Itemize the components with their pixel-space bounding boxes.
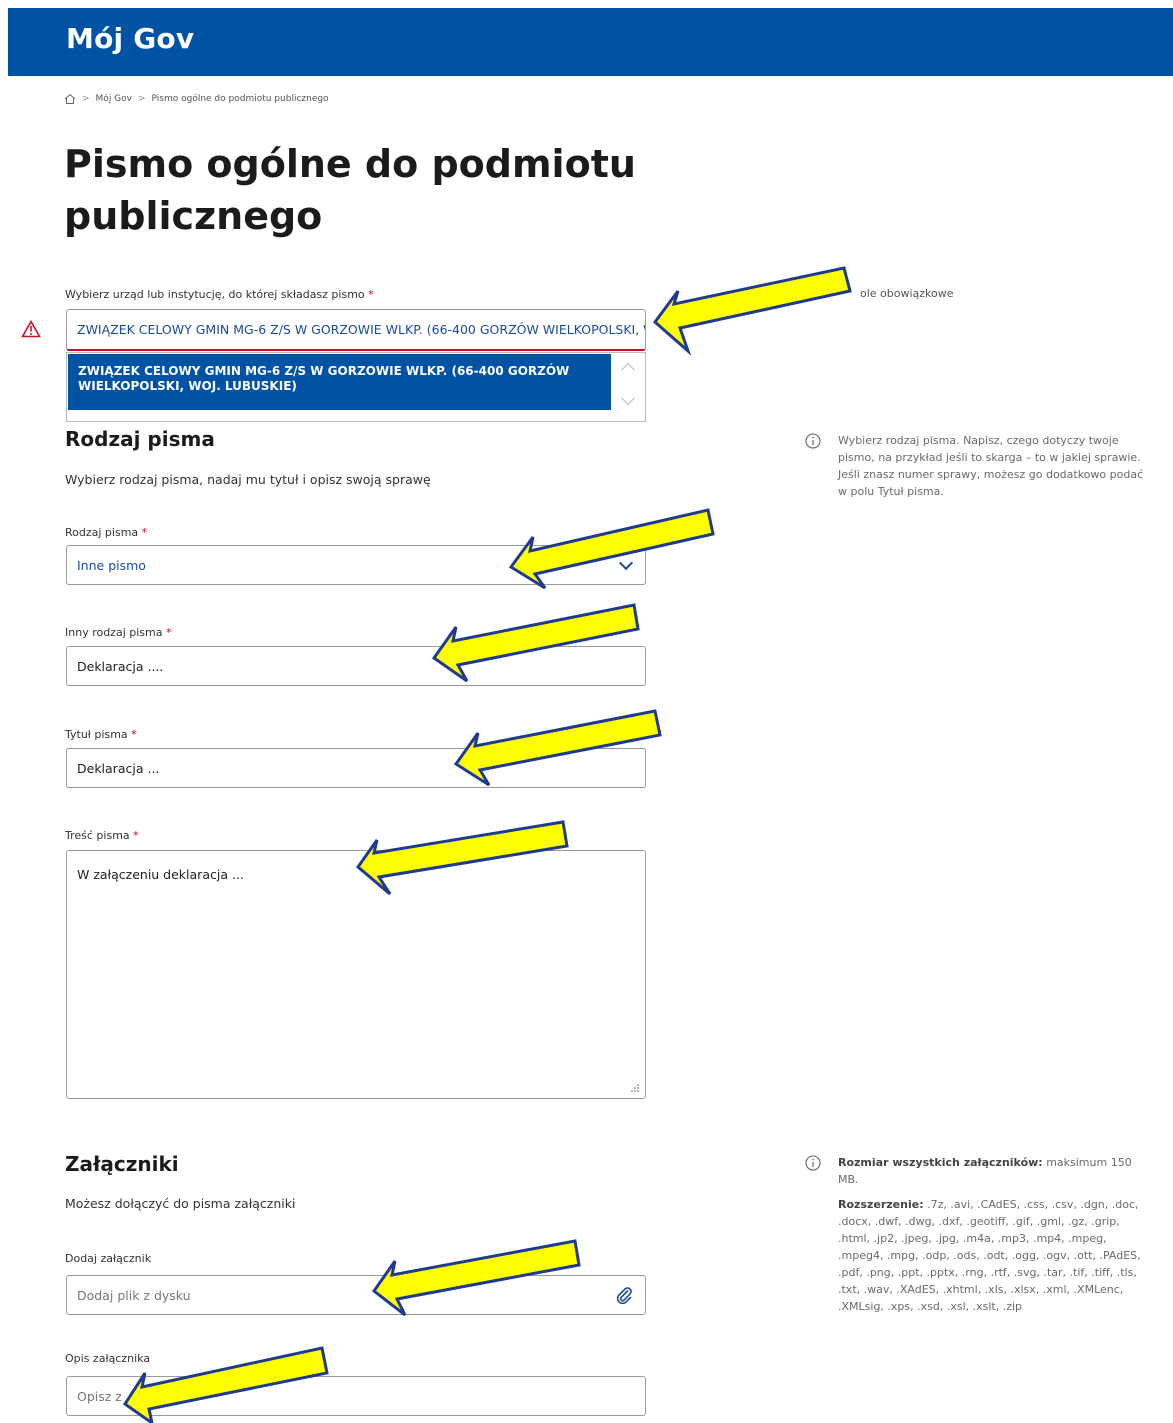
letter-type-value: Inne pismo	[77, 558, 146, 573]
scroll-down-icon[interactable]	[620, 390, 636, 406]
attachments-info-text: Rozmiar wszystkich załączników: maksimum…	[838, 1154, 1150, 1315]
attachment-desc-input[interactable]: Opisz z	[66, 1376, 646, 1416]
other-type-label: Inny rodzaj pisma *	[65, 626, 172, 639]
breadcrumb-item-current: Pismo ogólne do podmiotu publicznego	[151, 94, 329, 104]
attachment-desc-placeholder: Opisz z	[77, 1389, 122, 1404]
institution-combobox[interactable]: ZWIĄZEK CELOWY GMIN MG-6 Z/S W GORZOWIE …	[66, 309, 646, 351]
breadcrumb-item-moj-gov[interactable]: Mój Gov	[96, 94, 132, 104]
top-header: Mój Gov	[8, 8, 1173, 76]
breadcrumb-separator: >	[82, 94, 90, 104]
content-value: W załączeniu deklaracja ...	[77, 867, 244, 882]
title-input[interactable]: Deklaracja ...	[66, 748, 646, 788]
info-icon	[805, 433, 821, 449]
title-label: Tytuł pisma *	[65, 728, 137, 741]
page-title: Pismo ogólne do podmiotu publicznego	[64, 142, 636, 238]
breadcrumb-separator: >	[138, 94, 146, 104]
annotation-arrow	[652, 266, 852, 356]
scroll-up-icon[interactable]	[620, 362, 636, 378]
content-textarea[interactable]: W załączeniu deklaracja ...	[66, 850, 646, 1099]
paperclip-icon[interactable]	[615, 1286, 633, 1304]
brand-logo[interactable]: Mój Gov	[66, 22, 194, 55]
content-label: Treść pisma *	[65, 829, 139, 842]
section-desc-attachments: Możesz dołączyć do pisma załączniki	[65, 1196, 296, 1211]
institution-dropdown: ZWIĄZEK CELOWY GMIN MG-6 Z/S W GORZOWIE …	[66, 352, 646, 422]
letter-type-select[interactable]: Inne pismo	[66, 545, 646, 585]
required-fields-note: ole obowiązkowe	[860, 287, 954, 300]
institution-dropdown-option[interactable]: ZWIĄZEK CELOWY GMIN MG-6 Z/S W GORZOWIE …	[68, 354, 611, 410]
add-attachment-input[interactable]: Dodaj plik z dysku	[66, 1275, 646, 1315]
home-icon[interactable]	[64, 93, 76, 105]
warning-icon	[21, 320, 41, 338]
attachments-extensions-info: Rozszerzenie: .7z, .avi, .CAdES, .css, .…	[838, 1198, 1141, 1313]
attachments-size-info: Rozmiar wszystkich załączników: maksimum…	[838, 1156, 1132, 1186]
institution-label: Wybierz urząd lub instytucję, do której …	[65, 288, 374, 301]
section-desc-letter-type: Wybierz rodzaj pisma, nadaj mu tytuł i o…	[65, 472, 431, 487]
institution-input-value[interactable]: ZWIĄZEK CELOWY GMIN MG-6 Z/S W GORZOWIE …	[77, 322, 645, 337]
other-type-input[interactable]: Deklaracja ....	[66, 646, 646, 686]
chevron-down-icon[interactable]	[618, 555, 634, 571]
add-attachment-placeholder: Dodaj plik z dysku	[77, 1288, 191, 1303]
add-attachment-label: Dodaj załącznik	[65, 1252, 152, 1265]
section-title-letter-type: Rodzaj pisma	[65, 427, 215, 451]
letter-type-label: Rodzaj pisma *	[65, 526, 148, 539]
title-value: Deklaracja ...	[77, 761, 160, 776]
resize-handle-icon[interactable]	[630, 1083, 640, 1093]
other-type-value: Deklaracja ....	[77, 659, 164, 674]
dropdown-scrollbar[interactable]	[611, 353, 645, 421]
section-title-attachments: Załączniki	[65, 1152, 179, 1176]
attachment-desc-label: Opis załącznika	[65, 1352, 151, 1365]
breadcrumb: > Mój Gov > Pismo ogólne do podmiotu pub…	[64, 93, 329, 105]
info-icon	[805, 1155, 821, 1171]
letter-type-info-text: Wybierz rodzaj pisma. Napisz, czego doty…	[838, 434, 1144, 498]
